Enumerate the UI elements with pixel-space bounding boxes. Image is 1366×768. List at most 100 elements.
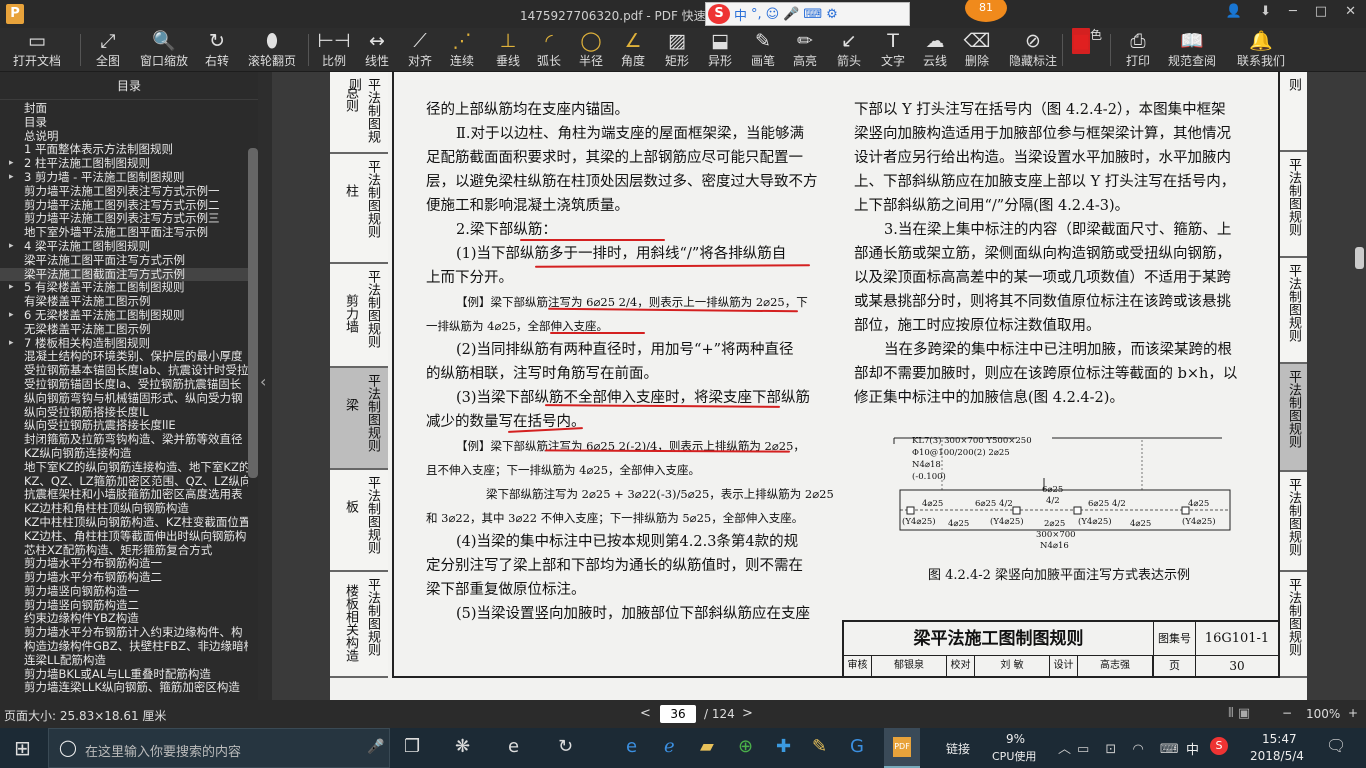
- toc-item[interactable]: 1 平面整体表示方法制图规则: [0, 143, 248, 157]
- right-tab-5[interactable]: 平法制图规则: [1278, 572, 1307, 678]
- notification-badge[interactable]: 81: [965, 0, 1007, 22]
- toc-item[interactable]: ▸ 7 楼板相关构造制图规则: [0, 337, 248, 351]
- ime-tools-icon[interactable]: ⚙: [826, 7, 838, 22]
- notification-icon[interactable]: 🗨: [1326, 736, 1346, 755]
- toc-item[interactable]: KZ边柱、角柱柱顶等截面伸出时纵向钢筋构: [0, 530, 248, 544]
- zoom-in-button[interactable]: +: [1348, 706, 1358, 720]
- toc-item[interactable]: 剪力墙竖向钢筋构造一: [0, 585, 248, 599]
- toc-item[interactable]: 剪力墙平法施工图列表注写方式示例二: [0, 199, 248, 213]
- expand-arrow-icon[interactable]: ▸: [9, 171, 14, 185]
- toc-item[interactable]: 纵向受拉钢筋搭接长度lL: [0, 406, 248, 420]
- expand-arrow-icon[interactable]: ▸: [9, 157, 14, 171]
- toc-item[interactable]: 剪力墙平法施工图列表注写方式示例三: [0, 212, 248, 226]
- left-tab-3[interactable]: 平法制图规则梁: [330, 368, 388, 470]
- toc-item[interactable]: 剪力墙水平分布钢筋构造一: [0, 557, 248, 571]
- left-tab-5[interactable]: 平法制图规则 楼板相关构造: [330, 572, 388, 678]
- toc-item[interactable]: KZ边柱和角柱柱顶纵向钢筋构造: [0, 502, 248, 516]
- fit-all-button[interactable]: ⤢ 全图: [86, 28, 130, 72]
- windows-start-icon[interactable]: ⊞: [14, 736, 31, 760]
- toc-item[interactable]: 纵向钢筋弯钩与机械锚固形式、纵向受力钢: [0, 392, 248, 406]
- prev-page-button[interactable]: <: [640, 706, 651, 721]
- toc-item[interactable]: 剪力墙水平分布钢筋计入约束边缘构件、构: [0, 626, 248, 640]
- linear-measure-button[interactable]: ↔ 线性: [360, 28, 394, 72]
- maximize-button[interactable]: □: [1315, 4, 1327, 19]
- open-document-button[interactable]: ▭ 打开文档: [8, 28, 66, 72]
- toc-item[interactable]: 封闭箍筋及拉筋弯钩构造、梁并筋等效直径: [0, 433, 248, 447]
- right-tab-3[interactable]: 平法制图规则: [1278, 364, 1307, 472]
- sogou-tray-icon[interactable]: S: [1210, 737, 1228, 755]
- tray-icons[interactable]: ︿▭ ⊡ ◠ ⌨: [1058, 738, 1185, 757]
- hide-markup-button[interactable]: ⊘ 隐藏标注: [1004, 28, 1062, 72]
- app-icon-1[interactable]: ❋: [455, 736, 470, 757]
- toc-item[interactable]: 地下室外墙平法施工图平面注写示例: [0, 226, 248, 240]
- download-icon[interactable]: ⬇: [1260, 4, 1271, 19]
- ie-icon[interactable]: ℯ: [664, 736, 675, 757]
- toc-scrollbar[interactable]: [248, 148, 258, 478]
- toc-item[interactable]: KZ纵向钢筋连接构造: [0, 447, 248, 461]
- highlight-button[interactable]: ✏ 高亮: [788, 28, 822, 72]
- toc-item[interactable]: 受拉钢筋基本锚固长度lab、抗震设计时受拉: [0, 364, 248, 378]
- pdf-viewer-taskbar-icon[interactable]: PDF: [884, 728, 920, 768]
- app-icon-5[interactable]: ✎: [812, 736, 827, 757]
- expand-arrow-icon[interactable]: ▸: [9, 309, 14, 323]
- print-button[interactable]: ⎙ 打印: [1120, 28, 1156, 72]
- toc-item[interactable]: KZ中柱柱顶纵向钢筋构造、KZ柱变截面位置: [0, 516, 248, 530]
- cloud-line-button[interactable]: ☁ 云线: [918, 28, 952, 72]
- toc-item[interactable]: 构造边缘构件GBZ、扶壁柱FBZ、非边缘暗柱: [0, 640, 248, 654]
- ime-emoji-icon[interactable]: ☺: [766, 7, 780, 22]
- toc-item[interactable]: 约束边缘构件YBZ构造: [0, 612, 248, 626]
- ime-mic-icon[interactable]: 🎤: [783, 7, 799, 22]
- toc-item[interactable]: 梁平法施工图截面注写方式示例: [0, 267, 248, 282]
- irregular-shape-button[interactable]: ⬓ 异形: [702, 28, 738, 72]
- edge-browser-icon[interactable]: e: [626, 736, 637, 757]
- toc-item[interactable]: 地下室KZ的纵向钢筋连接构造、地下室KZ的: [0, 461, 248, 475]
- toc-item[interactable]: ▸ 6 无梁楼盖平法施工图制图规则: [0, 309, 248, 323]
- arc-length-button[interactable]: ◜ 弧长: [532, 28, 566, 72]
- toc-item[interactable]: 剪力墙BKL或AL与LL重叠时配筋构造: [0, 668, 248, 682]
- expand-arrow-icon[interactable]: ▸: [9, 240, 14, 254]
- delete-button[interactable]: ⌫ 删除: [960, 28, 994, 72]
- sidebar-collapse-strip[interactable]: ‹: [258, 72, 272, 700]
- standards-lookup-button[interactable]: 📖 规范查阅: [1164, 28, 1220, 72]
- link-label[interactable]: 链接: [946, 740, 970, 757]
- close-button[interactable]: ✕: [1345, 4, 1356, 19]
- toc-item[interactable]: ▸ 3 剪力墙 - 平法施工图制图规则: [0, 171, 248, 185]
- layout-icon[interactable]: ⦀ ▣: [1228, 706, 1250, 721]
- left-tab-4[interactable]: 平法制图规则板: [330, 470, 388, 572]
- app-icon-3[interactable]: ⊕: [738, 736, 753, 757]
- angle-button[interactable]: ∠ 角度: [616, 28, 650, 72]
- ime-indicator[interactable]: 中: [1186, 739, 1199, 758]
- toc-item[interactable]: ▸ 5 有梁楼盖平法施工图制图规则: [0, 281, 248, 295]
- app-icon-4[interactable]: ✚: [776, 736, 791, 757]
- toc-item[interactable]: 连梁LL配筋构造: [0, 654, 248, 668]
- ime-keyboard-icon[interactable]: ⌨: [803, 7, 822, 22]
- perpendicular-button[interactable]: ⊥ 垂线: [490, 28, 526, 72]
- app-icon-2[interactable]: ↻: [558, 736, 573, 757]
- user-icon[interactable]: 👤: [1226, 4, 1242, 19]
- edge-icon[interactable]: e: [508, 736, 519, 757]
- taskbar-search[interactable]: ◯ 在这里输入你要搜索的内容 🎤: [48, 728, 390, 768]
- left-tab-2[interactable]: 平法制图规则 剪力墙: [330, 264, 388, 368]
- rectangle-button[interactable]: ▨ 矩形: [660, 28, 694, 72]
- task-view-icon[interactable]: ❐: [404, 736, 420, 757]
- window-zoom-button[interactable]: 🔍 窗口缩放: [134, 28, 194, 72]
- toc-item[interactable]: 混凝土结构的环境类别、保护层的最小厚度: [0, 350, 248, 364]
- rotate-right-button[interactable]: ↻ 右转: [200, 28, 234, 72]
- app-icon-6[interactable]: G: [850, 736, 864, 757]
- page-scrollbar[interactable]: [1355, 247, 1364, 269]
- toc-item[interactable]: 剪力墙水平分布钢筋构造二: [0, 571, 248, 585]
- folder-icon[interactable]: ▰: [700, 736, 714, 757]
- toc-item[interactable]: 目录: [0, 116, 248, 130]
- aligned-measure-button[interactable]: ⟋ 对齐: [402, 28, 438, 72]
- pen-button[interactable]: ✎ 画笔: [746, 28, 780, 72]
- toc-item[interactable]: 剪力墙竖向钢筋构造二: [0, 599, 248, 613]
- left-tab-0[interactable]: 平法制图规则 总则: [330, 72, 388, 154]
- wheel-page-button[interactable]: ⬮ 滚轮翻页: [246, 28, 298, 72]
- right-tab-0[interactable]: 平法制图规则: [1278, 72, 1307, 152]
- toc-item[interactable]: KZ、QZ、LZ箍筋加密区范围、QZ、LZ纵向钢筋: [0, 475, 248, 489]
- toc-item[interactable]: 芯柱XZ配筋构造、矩形箍筋复合方式: [0, 544, 248, 558]
- continuous-measure-button[interactable]: ⋰ 连续: [444, 28, 480, 72]
- right-tab-2[interactable]: 平法制图规则: [1278, 258, 1307, 364]
- toc-item[interactable]: 有梁楼盖平法施工图示例: [0, 295, 248, 309]
- ime-toolbar[interactable]: S 中 °, ☺ 🎤 ⌨ ⚙: [705, 2, 910, 26]
